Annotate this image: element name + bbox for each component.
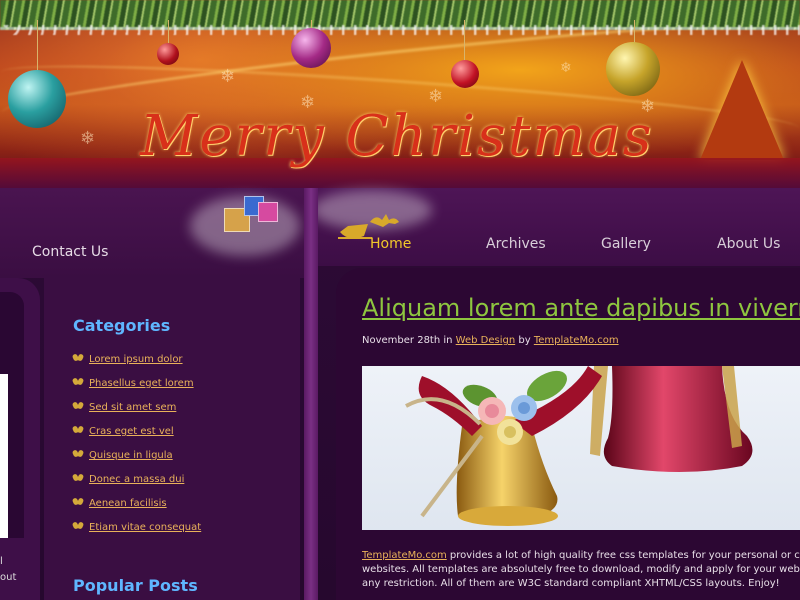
ornament-icon bbox=[606, 42, 660, 96]
post-date: November 28th in bbox=[362, 335, 453, 346]
gift-box-icon bbox=[222, 192, 282, 237]
header-banner: ❄ ❄ ❄ ❄ ❄ ❄ Merry Christmas bbox=[0, 0, 800, 190]
post-meta: November 28th in Web Design by TemplateM… bbox=[362, 335, 619, 346]
left-image-edge bbox=[0, 374, 8, 538]
ornament-icon bbox=[8, 70, 66, 128]
christmas-bells-illustration bbox=[405, 366, 753, 526]
category-link[interactable]: Donec a massa dui bbox=[73, 474, 184, 485]
ornament-icon bbox=[291, 28, 331, 68]
category-link[interactable]: Cras eget est vel bbox=[73, 426, 174, 437]
category-link[interactable]: Phasellus eget lorem bbox=[73, 378, 194, 389]
categories-heading: Categories bbox=[73, 316, 171, 335]
ornament-icon bbox=[157, 43, 179, 65]
snowflake-icon: ❄ bbox=[80, 128, 96, 149]
nav-contact-us[interactable]: Contact Us bbox=[32, 244, 108, 260]
page: ❄ ❄ ❄ ❄ ❄ ❄ Merry Christmas Contact Us H… bbox=[0, 0, 800, 600]
popular-posts-heading: Popular Posts bbox=[73, 576, 198, 595]
nav-about-us[interactable]: About Us bbox=[717, 236, 780, 252]
post-title[interactable]: Aliquam lorem ante dapibus in viverra bbox=[362, 294, 800, 322]
left-cut-text: l bbox=[0, 556, 3, 567]
ornament-icon bbox=[451, 60, 479, 88]
post-category-link[interactable]: Web Design bbox=[456, 335, 516, 346]
leaf-bullet-icon bbox=[73, 426, 83, 434]
post-author-link[interactable]: TemplateMo.com bbox=[534, 335, 619, 346]
snowflake-icon: ❄ bbox=[560, 60, 572, 76]
page-title: Merry Christmas bbox=[140, 104, 654, 169]
pine-garland bbox=[0, 0, 800, 35]
left-cut-text: out bbox=[0, 572, 17, 583]
snowflake-icon: ❄ bbox=[220, 66, 236, 87]
leaf-bullet-icon bbox=[73, 474, 83, 482]
post-body: TemplateMo.com provides a lot of high qu… bbox=[362, 550, 800, 589]
category-link[interactable]: Lorem ipsum dolor bbox=[73, 354, 183, 365]
category-link[interactable]: Quisque in ligula bbox=[73, 450, 173, 461]
nav-home[interactable]: Home bbox=[370, 236, 411, 252]
christmas-tree-icon bbox=[700, 60, 784, 160]
nav-archives[interactable]: Archives bbox=[486, 236, 546, 252]
nav-gallery[interactable]: Gallery bbox=[601, 236, 651, 252]
category-link[interactable]: Aenean facilisis bbox=[73, 498, 167, 509]
post-body-line: any restriction. All of them are W3C sta… bbox=[362, 578, 780, 589]
leaf-bullet-icon bbox=[73, 450, 83, 458]
post-body-link[interactable]: TemplateMo.com bbox=[362, 550, 447, 561]
leaf-bullet-icon bbox=[73, 498, 83, 506]
category-link[interactable]: Sed sit amet sem bbox=[73, 402, 176, 413]
column-divider bbox=[304, 188, 318, 600]
leaf-bullet-icon bbox=[73, 354, 83, 362]
bell-image bbox=[362, 366, 800, 530]
leaf-bullet-icon bbox=[73, 402, 83, 410]
post-by: by bbox=[518, 335, 531, 346]
post-body-line: websites. All templates are absolutely f… bbox=[362, 564, 800, 575]
leaf-bullet-icon bbox=[73, 522, 83, 530]
leaf-bullet-icon bbox=[73, 378, 83, 386]
category-link[interactable]: Etiam vitae consequat bbox=[73, 522, 201, 533]
